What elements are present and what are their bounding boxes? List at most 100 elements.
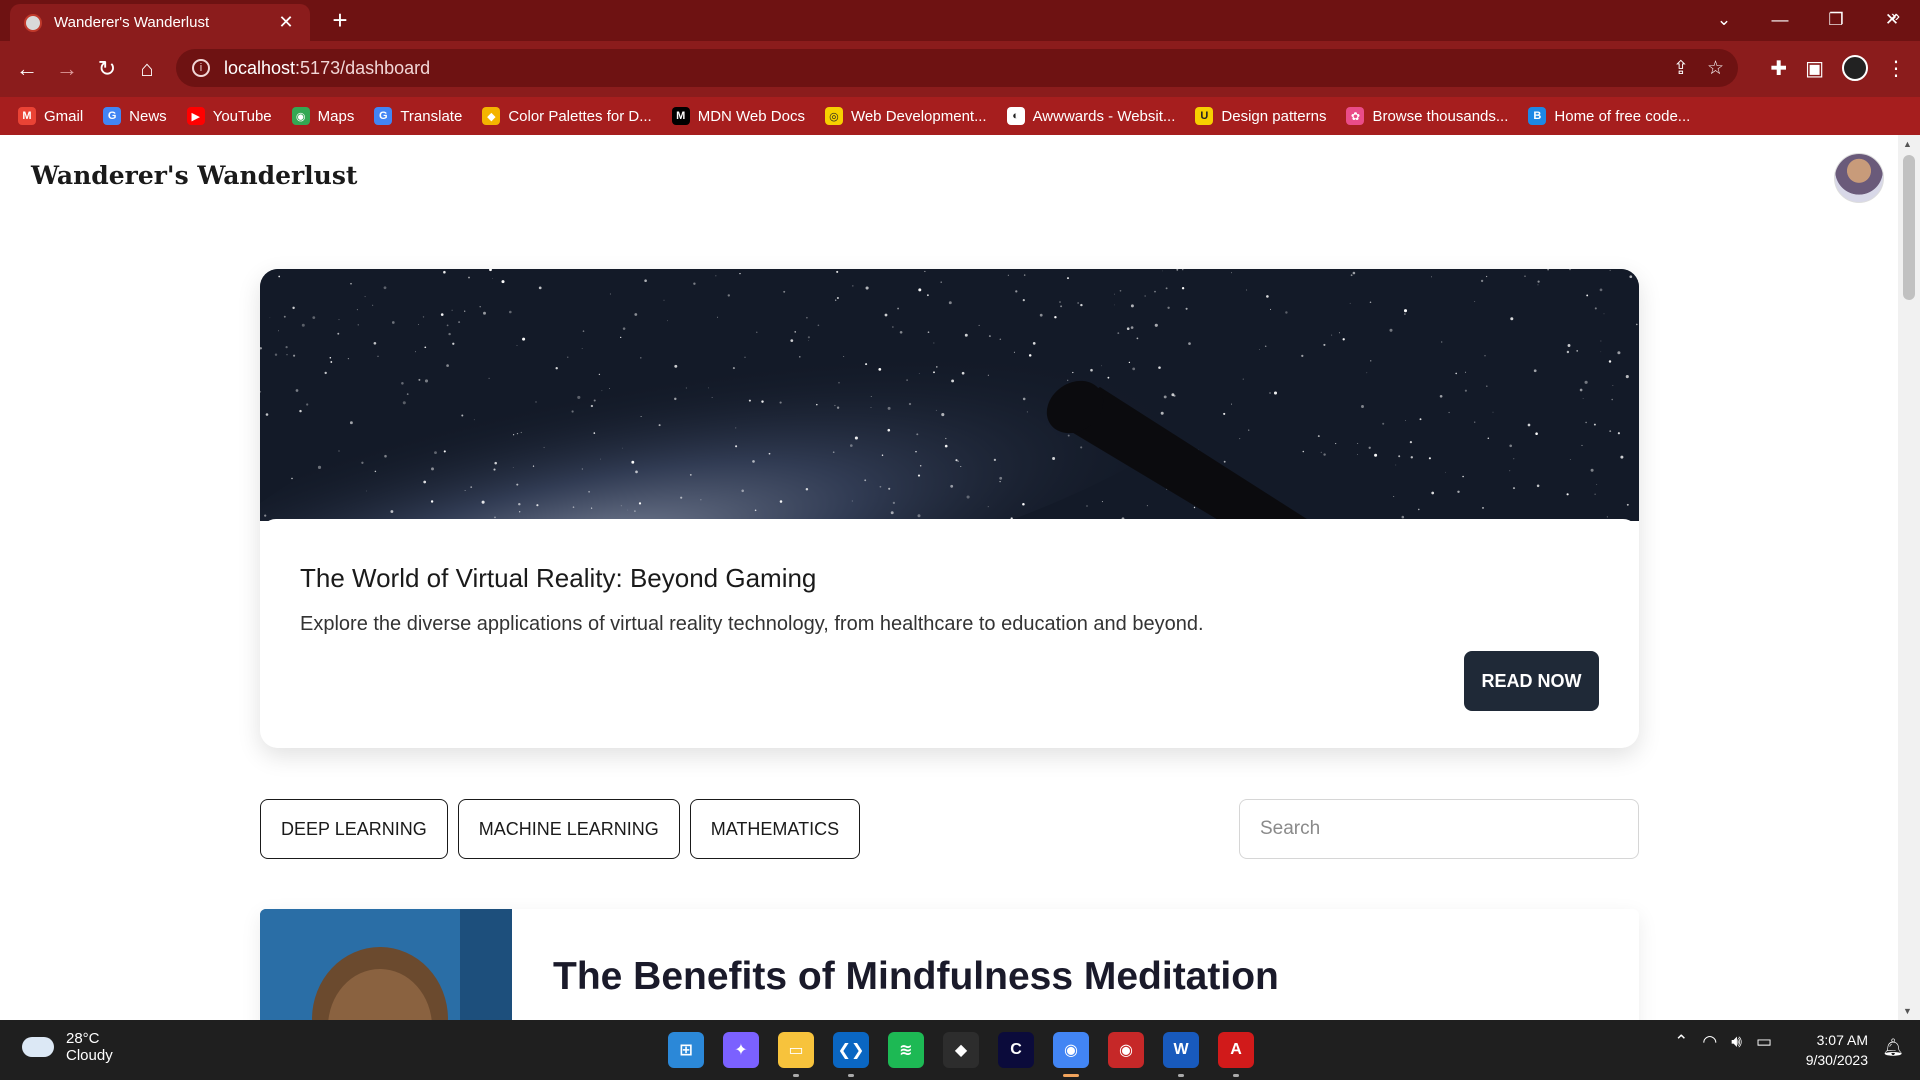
featured-post-description: Explore the diverse applications of virt… <box>300 613 1204 635</box>
bookmark-favicon-icon: U <box>1195 107 1214 125</box>
system-tray: ⌃ ◠ 🔊︎ ▭ <box>1674 1032 1772 1052</box>
page-scrollbar[interactable]: ▲ ▼ <box>1898 135 1920 1020</box>
post-card-title[interactable]: The Benefits of Mindfulness Meditation <box>553 955 1279 999</box>
reload-icon[interactable]: ↻ <box>92 54 122 84</box>
scrollbar-thumb[interactable] <box>1903 155 1915 300</box>
bookmark-label: News <box>129 107 167 125</box>
bookmark-item[interactable]: G News <box>103 107 167 125</box>
starfield-telescope-image <box>260 269 1639 521</box>
bookmark-star-icon[interactable]: ☆ <box>1707 57 1724 80</box>
category-deep-learning[interactable]: DEEP LEARNING <box>260 799 448 859</box>
side-panel-icon[interactable]: ▣ <box>1805 56 1824 81</box>
spotify-icon[interactable]: ≋ <box>888 1032 924 1068</box>
post-card-image <box>260 909 512 1020</box>
bookmark-item[interactable]: ▶ YouTube <box>186 107 272 125</box>
site-info-icon[interactable]: i <box>192 59 210 77</box>
git-icon[interactable]: ◆ <box>943 1032 979 1068</box>
bookmark-favicon-icon: G <box>103 107 122 125</box>
tab-close-icon[interactable]: ✕ <box>276 12 296 33</box>
bookmark-favicon-icon: G <box>374 107 393 125</box>
forward-arrow-icon[interactable]: → <box>52 54 82 84</box>
share-icon[interactable]: ⇪ <box>1673 57 1689 80</box>
wifi-icon[interactable]: ◠ <box>1702 1032 1717 1052</box>
url-path: :5173/dashboard <box>295 57 431 78</box>
file-explorer-icon[interactable]: ▭ <box>778 1032 814 1077</box>
vscode-icon[interactable]: ❮❯ <box>833 1032 869 1077</box>
url-host: localhost <box>224 57 296 78</box>
category-mathematics[interactable]: MATHEMATICS <box>689 799 861 859</box>
read-now-button[interactable]: READ NOW <box>1464 651 1599 711</box>
bookmark-label: Gmail <box>44 107 84 125</box>
cloud-icon <box>22 1037 54 1057</box>
featured-post-title[interactable]: The World of Virtual Reality: Beyond Gam… <box>300 563 816 594</box>
volume-icon[interactable]: 🔊︎ <box>1731 1032 1742 1052</box>
tab-favicon-icon <box>24 13 42 32</box>
featured-post-image <box>260 269 1639 521</box>
bookmark-item[interactable]: B Home of free code... <box>1528 107 1690 125</box>
new-tab-button[interactable]: + <box>326 6 354 34</box>
bookmark-favicon-icon: M <box>671 107 690 125</box>
record-icon[interactable]: ◉ <box>1108 1032 1144 1068</box>
chrome-menu-icon[interactable]: ⋮ <box>1886 56 1906 81</box>
tray-chevron-up-icon[interactable]: ⌃ <box>1674 1032 1688 1052</box>
copilot-icon[interactable]: ✦ <box>723 1032 759 1068</box>
tab-search-chevron-icon[interactable]: ⌄ <box>1696 0 1752 40</box>
c-app-icon[interactable]: C <box>998 1032 1034 1068</box>
bookmark-favicon-icon: B <box>1528 107 1547 125</box>
bookmark-item[interactable]: M MDN Web Docs <box>671 107 805 125</box>
window-controls: ⌄ — ❐ ✕ <box>1696 0 1920 40</box>
extensions-puzzle-icon[interactable]: ✚ <box>1770 56 1787 81</box>
bookmark-item[interactable]: ◎ Web Development... <box>824 107 987 125</box>
address-bar[interactable]: i localhost :5173/dashboard ⇪ ☆ <box>176 49 1738 87</box>
bookmark-label: Maps <box>317 107 355 125</box>
restore-icon[interactable]: ❐ <box>1808 0 1864 40</box>
tab-active[interactable]: Wanderer's Wanderlust ✕ <box>10 4 310 41</box>
chrome-icon[interactable]: ◉ <box>1053 1032 1089 1077</box>
tab-strip: Wanderer's Wanderlust ✕ + ⌄ — ❐ ✕ <box>0 0 1920 41</box>
browser-toolbar: ← → ↻ ⌂ i localhost :5173/dashboard ⇪ ☆ … <box>0 41 1920 97</box>
search-input[interactable] <box>1239 799 1639 859</box>
bookmark-item[interactable]: ◉ Maps <box>291 107 355 125</box>
bookmark-favicon-icon: ▶ <box>186 107 205 125</box>
weather-temperature: 28°C <box>66 1030 100 1047</box>
profile-avatar-icon[interactable] <box>1842 55 1868 81</box>
bookmark-favicon-icon: ◆ <box>482 107 501 125</box>
home-icon[interactable]: ⌂ <box>132 54 162 84</box>
bookmark-favicon-icon: M <box>18 107 36 125</box>
back-arrow-icon[interactable]: ← <box>12 54 42 84</box>
scroll-down-icon[interactable]: ▼ <box>1903 1006 1912 1016</box>
user-avatar[interactable] <box>1834 153 1884 203</box>
bookmark-label: Browse thousands... <box>1372 107 1509 125</box>
site-brand[interactable]: Wanderer's Wanderlust <box>31 161 357 190</box>
clock-date: 9/30/2023 <box>1805 1052 1868 1068</box>
acrobat-icon[interactable]: A <box>1218 1032 1254 1077</box>
tab-title: Wanderer's Wanderlust <box>54 14 210 31</box>
battery-icon[interactable]: ▭ <box>1756 1032 1772 1052</box>
bookmark-favicon-icon: ◐ <box>1006 107 1025 125</box>
weather-widget[interactable]: 28°C Cloudy <box>22 1030 113 1064</box>
word-icon[interactable]: W <box>1163 1032 1199 1077</box>
bookmark-label: YouTube <box>212 107 272 125</box>
featured-post-card: The World of Virtual Reality: Beyond Gam… <box>260 269 1639 748</box>
bookmark-item[interactable]: U Design patterns <box>1195 107 1326 125</box>
notification-bell-icon[interactable]: 🔔︎ <box>1882 1038 1904 1058</box>
bookmark-item[interactable]: ◐ Awwwards - Websit... <box>1006 107 1176 125</box>
bookmarks-overflow-icon[interactable]: » <box>1891 8 1900 26</box>
bookmark-item[interactable]: ✿ Browse thousands... <box>1346 107 1508 125</box>
bookmark-item[interactable]: M Gmail <box>18 107 83 125</box>
start-icon[interactable]: ⊞ <box>668 1032 704 1068</box>
bookmark-label: Awwwards - Websit... <box>1032 107 1176 125</box>
bookmark-favicon-icon: ◉ <box>291 107 310 125</box>
system-clock[interactable]: 3:07 AM 9/30/2023 <box>1806 1030 1868 1070</box>
bookmark-item[interactable]: ◆ Color Palettes for D... <box>482 107 652 125</box>
category-machine-learning[interactable]: MACHINE LEARNING <box>457 799 680 859</box>
bookmark-item[interactable]: G Translate <box>374 107 462 125</box>
category-filters: DEEP LEARNING MACHINE LEARNING MATHEMATI… <box>260 799 861 859</box>
bookmark-label: Color Palettes for D... <box>508 107 652 125</box>
minimize-icon[interactable]: — <box>1752 0 1808 40</box>
bookmark-favicon-icon: ✿ <box>1346 107 1365 125</box>
bookmark-label: MDN Web Docs <box>697 107 805 125</box>
post-card[interactable]: The Benefits of Mindfulness Meditation <box>260 909 1639 1020</box>
scroll-up-icon[interactable]: ▲ <box>1903 139 1912 149</box>
featured-post-body: The World of Virtual Reality: Beyond Gam… <box>260 519 1639 748</box>
